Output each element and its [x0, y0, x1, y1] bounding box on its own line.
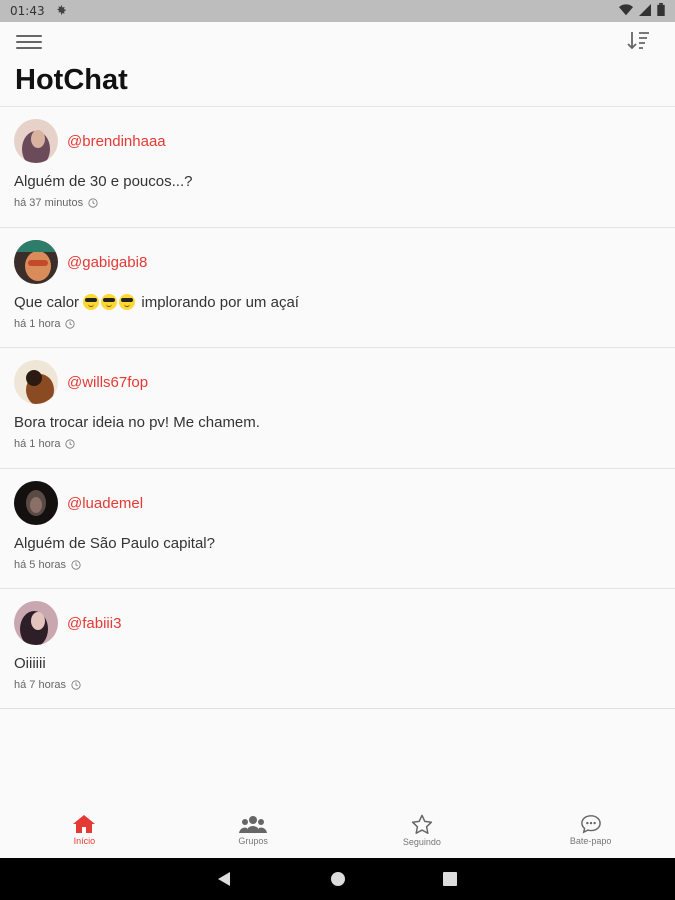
- recents-button[interactable]: [443, 872, 457, 891]
- post-message: Bora trocar ideia no pv! Me chamem.: [14, 414, 260, 431]
- avatar[interactable]: [14, 239, 58, 284]
- nav-label: Seguindo: [402, 837, 441, 847]
- system-navigation-bar: [0, 858, 675, 900]
- post-item[interactable]: @fabiii3 Oiiiiii há 7 horas: [0, 588, 675, 709]
- page-title: HotChat: [15, 64, 128, 96]
- post-time-label: há 7 horas: [14, 679, 66, 691]
- post-item[interactable]: @luademel Alguém de São Paulo capital? h…: [0, 467, 675, 588]
- hamburger-icon-line: [16, 47, 42, 49]
- home-icon: [73, 815, 96, 833]
- clock-icon: [71, 559, 81, 570]
- battery-icon: [657, 3, 665, 19]
- post-username[interactable]: @wills67fop: [67, 374, 148, 391]
- home-circle-icon: [331, 872, 345, 886]
- nav-item-inicio[interactable]: Início: [0, 806, 169, 858]
- bottom-navigation: Início Grupos Seguindo Bate-papo: [0, 806, 675, 858]
- clock-icon: [65, 318, 76, 329]
- clock-icon: [65, 439, 76, 449]
- post-time-label: há 37 minutos: [14, 197, 84, 209]
- sort-icon: [627, 32, 649, 50]
- sort-button[interactable]: [627, 30, 653, 54]
- hamburger-icon-line: [16, 41, 42, 43]
- sunglasses-emoji-icon: [119, 293, 136, 310]
- post-feed: @brendinhaaa Alguém de 30 e poucos...? h…: [0, 106, 675, 709]
- app-bar: HotChat: [0, 22, 675, 106]
- post-time: há 1 hora: [14, 438, 76, 450]
- post-item[interactable]: @wills67fop Bora trocar ideia no pv! Me …: [0, 347, 675, 468]
- post-item[interactable]: @brendinhaaa Alguém de 30 e poucos...? h…: [0, 106, 675, 227]
- post-time-label: há 1 hora: [14, 317, 61, 330]
- avatar[interactable]: [14, 119, 58, 163]
- nav-item-grupos[interactable]: Grupos: [169, 806, 338, 858]
- back-triangle-icon: [218, 872, 230, 886]
- sunglasses-emoji-icon: [83, 293, 100, 310]
- star-icon: [411, 814, 433, 834]
- post-username[interactable]: @fabiii3: [67, 615, 121, 632]
- status-bar: 01:43: [0, 0, 675, 22]
- post-message: Que calor implorando por um açaí: [14, 293, 299, 311]
- post-item[interactable]: @gabigabi8 Que calor implorando por um a…: [0, 226, 675, 347]
- post-message-text: implorando por um açaí: [137, 293, 299, 311]
- nav-item-seguindo[interactable]: Seguindo: [338, 806, 507, 858]
- recents-square-icon: [443, 872, 457, 886]
- status-time: 01:43: [10, 4, 45, 18]
- post-message: Oiiiiii: [14, 655, 46, 672]
- chat-icon: [580, 815, 601, 834]
- avatar[interactable]: [14, 480, 58, 525]
- post-time: há 1 hora: [14, 317, 76, 330]
- menu-button[interactable]: [16, 32, 42, 52]
- nav-label: Início: [73, 836, 96, 846]
- post-time: há 7 horas: [14, 679, 81, 691]
- sunglasses-emoji-icon: [101, 293, 118, 310]
- hamburger-icon: [16, 35, 42, 37]
- post-username[interactable]: @luademel: [67, 495, 143, 512]
- signal-icon: [639, 3, 651, 19]
- clock-icon: [71, 680, 81, 690]
- post-time: há 37 minutos: [14, 197, 98, 209]
- post-username[interactable]: @gabigabi8: [67, 254, 147, 271]
- nav-item-bate-papo[interactable]: Bate-papo: [506, 806, 675, 858]
- post-username[interactable]: @brendinhaaa: [67, 133, 166, 150]
- avatar[interactable]: [14, 601, 58, 645]
- post-message: Alguém de São Paulo capital?: [14, 534, 215, 552]
- clock-icon: [88, 198, 98, 208]
- wifi-icon: [619, 3, 633, 19]
- avatar[interactable]: [14, 360, 58, 404]
- post-message-text: Que calor: [14, 293, 84, 311]
- nav-label: Grupos: [238, 836, 268, 846]
- post-time: há 5 horas: [14, 559, 81, 571]
- post-message: Alguém de 30 e poucos...?: [14, 173, 193, 190]
- nav-label: Bate-papo: [569, 836, 612, 846]
- post-time-label: há 1 hora: [14, 438, 61, 450]
- back-button[interactable]: [216, 871, 232, 892]
- settings-icon: [55, 4, 67, 19]
- post-time-label: há 5 horas: [14, 558, 66, 571]
- home-button[interactable]: [330, 871, 346, 892]
- groups-icon: [239, 816, 268, 833]
